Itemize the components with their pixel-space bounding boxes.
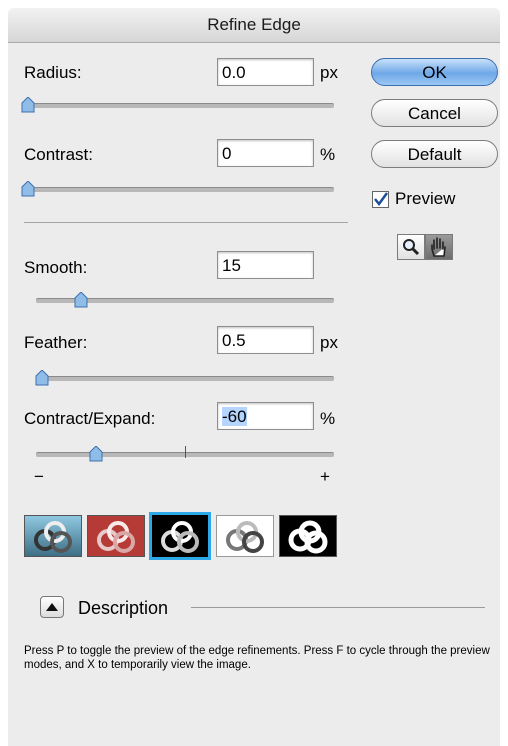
hand-icon — [431, 237, 446, 257]
radius-unit: px — [320, 63, 338, 82]
smooth-input[interactable]: 15 — [217, 251, 314, 279]
smooth-slider-knob[interactable] — [74, 292, 88, 308]
feather-slider-track[interactable] — [36, 376, 334, 381]
triangle-up-icon — [46, 603, 58, 611]
contrast-slider-track[interactable] — [28, 187, 334, 192]
radius-slider-track[interactable] — [28, 103, 334, 108]
zoom-tool-button[interactable] — [397, 234, 425, 260]
section-divider — [24, 222, 348, 223]
feather-unit: px — [320, 333, 338, 352]
contract-expand-unit: % — [320, 409, 336, 428]
title-bar: Refine Edge — [8, 8, 500, 43]
radius-label: Radius: — [24, 63, 82, 82]
rings-standard-icon — [34, 521, 72, 553]
radius-slider-knob[interactable] — [21, 97, 35, 113]
preview-checkbox[interactable] — [372, 191, 389, 208]
contract-expand-input[interactable]: -60 — [217, 402, 314, 430]
slider-max-label: + — [320, 467, 330, 486]
refine-edge-dialog: Refine Edge Radius: 0.0 px Contrast: 0 %… — [8, 8, 500, 746]
smooth-label: Smooth: — [24, 258, 88, 277]
hand-tool-button[interactable] — [425, 234, 453, 260]
rings-mask-icon — [288, 520, 328, 554]
feather-slider-knob[interactable] — [35, 370, 49, 386]
cancel-button[interactable]: Cancel — [371, 99, 498, 127]
radius-input[interactable]: 0.0 — [217, 58, 314, 86]
contract-expand-value: -60 — [222, 407, 247, 426]
slider-center-tick — [185, 446, 186, 458]
description-heading: Description — [78, 598, 169, 618]
zoom-icon — [403, 239, 420, 256]
checkmark-icon — [374, 192, 389, 207]
preview-mode-standard[interactable] — [24, 515, 82, 557]
rings-on-white-icon — [226, 521, 264, 553]
rings-on-black-icon — [161, 521, 199, 553]
preview-mode-on-white[interactable] — [216, 515, 274, 557]
preview-mode-on-black[interactable] — [149, 512, 211, 560]
ok-button[interactable]: OK — [371, 58, 498, 86]
description-text: Press P to toggle the preview of the edg… — [24, 645, 490, 671]
preview-label: Preview — [395, 189, 456, 208]
contrast-label: Contrast: — [24, 145, 93, 164]
default-button[interactable]: Default — [371, 140, 498, 168]
feather-input[interactable]: 0.5 — [217, 326, 314, 354]
preview-mode-quick-mask[interactable] — [87, 515, 145, 557]
dialog-title: Refine Edge — [207, 15, 301, 34]
rings-quick-mask-icon — [97, 521, 135, 553]
preview-mode-mask[interactable] — [279, 515, 337, 557]
contrast-unit: % — [320, 145, 336, 164]
contrast-slider-knob[interactable] — [21, 181, 35, 197]
contract-expand-label: Contract/Expand: — [24, 409, 156, 428]
feather-label: Feather: — [24, 333, 88, 352]
description-toggle-button[interactable] — [40, 596, 64, 618]
contract-expand-slider-knob[interactable] — [89, 446, 103, 462]
contrast-input[interactable]: 0 — [217, 139, 314, 167]
slider-min-label: − — [34, 467, 44, 486]
description-divider — [191, 607, 485, 608]
